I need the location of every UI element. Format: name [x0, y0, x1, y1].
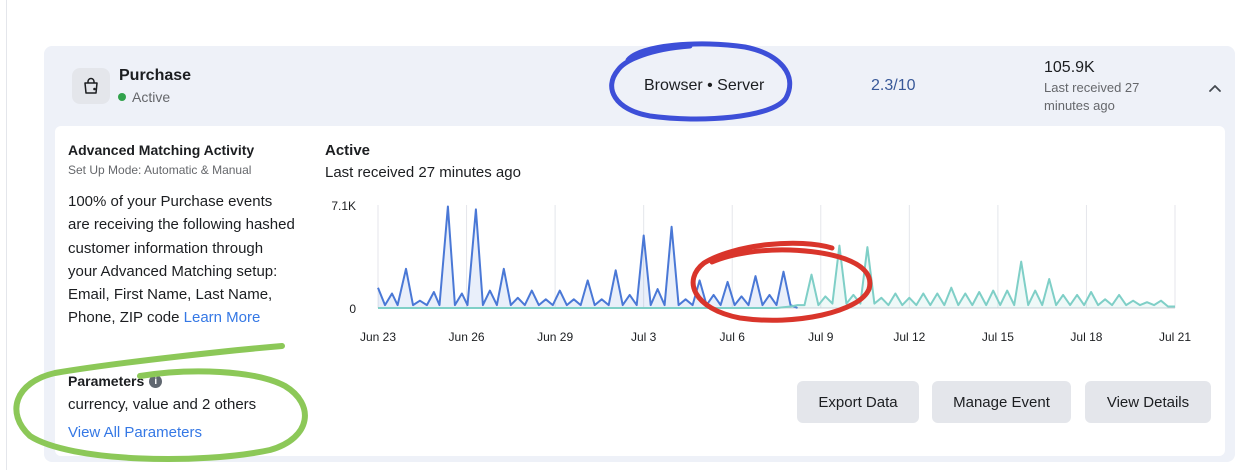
event-last-received: Last received 27 minutes ago: [1044, 80, 1140, 113]
x-tick-label: Jul 21: [1159, 330, 1191, 344]
x-tick-label: Jun 26: [449, 330, 485, 344]
x-tick-label: Jul 18: [1070, 330, 1102, 344]
status-dot: [118, 93, 126, 101]
page-edge-rule: [6, 0, 7, 470]
event-status-label: Active: [132, 89, 171, 105]
view-all-parameters-link[interactable]: View All Parameters: [68, 424, 202, 441]
total-events-count: 105.9K: [1044, 59, 1095, 76]
export-data-button[interactable]: Export Data: [797, 381, 919, 423]
x-tick-label: Jun 29: [537, 330, 573, 344]
activity-status: Active: [325, 142, 371, 159]
advanced-matching-title: Advanced Matching Activity: [68, 142, 255, 158]
parameters-summary: currency, value and 2 others: [68, 396, 257, 413]
shopping-bag-icon: [84, 77, 98, 94]
parameters-heading: Parameters i: [68, 373, 163, 389]
learn-more-link[interactable]: Learn More: [184, 309, 261, 326]
x-tick-label: Jul 12: [893, 330, 925, 344]
setup-mode: Set Up Mode: Automatic & Manual: [68, 163, 252, 177]
y-tick-label: 7.1K: [331, 199, 356, 213]
chevron-up-icon[interactable]: [1205, 78, 1225, 98]
activity-last-received: Last received 27 minutes ago: [325, 164, 521, 181]
manage-event-button[interactable]: Manage Event: [932, 381, 1071, 423]
x-tick-label: Jul 9: [808, 330, 834, 344]
y-tick-label: 0: [349, 302, 356, 316]
event-icon-tile: [72, 68, 110, 104]
parameters-title: Parameters: [68, 373, 145, 389]
x-tick-label: Jun 23: [360, 330, 396, 344]
x-tick-label: Jul 3: [631, 330, 657, 344]
info-icon[interactable]: i: [149, 374, 163, 388]
event-match-score-link[interactable]: 2.3/10: [871, 77, 915, 95]
event-name: Purchase: [119, 67, 192, 84]
x-tick-label: Jul 15: [982, 330, 1014, 344]
view-details-button[interactable]: View Details: [1085, 381, 1211, 423]
connection-method: Browser • Server: [644, 77, 765, 94]
advanced-matching-description: 100% of your Purchase events are receivi…: [68, 190, 296, 330]
event-activity-chart: Jun 23 Jun 26 Jun 29 Jul 3 Jul 6 Jul 9 Jul 12 J…: [331, 199, 1191, 344]
advanced-matching-text: 100% of your Purchase events are receivi…: [68, 193, 295, 327]
x-tick-label: Jul 6: [720, 330, 746, 344]
event-status: Active: [118, 89, 170, 105]
